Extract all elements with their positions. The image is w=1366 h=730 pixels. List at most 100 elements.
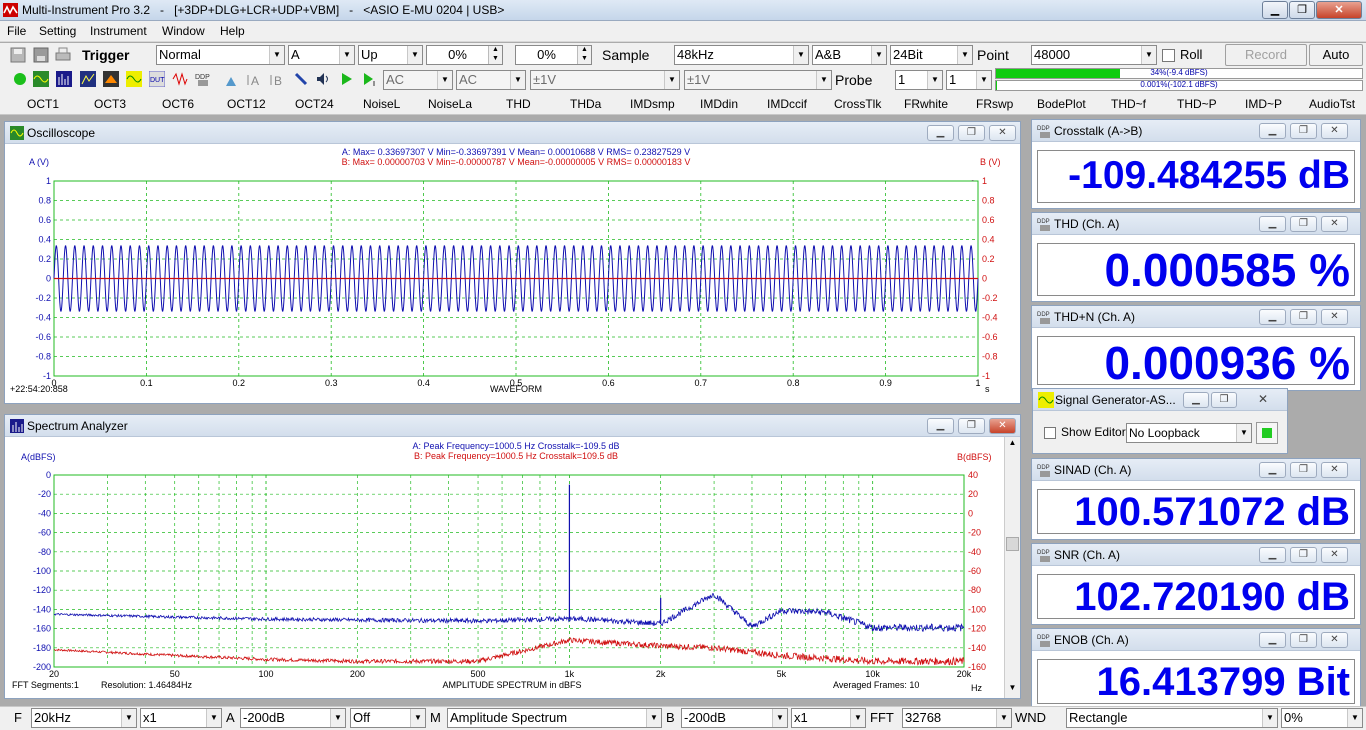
channels-select[interactable]: A&B ▼ bbox=[812, 45, 887, 65]
func-oct6[interactable]: OCT6 bbox=[162, 97, 194, 111]
cursor-b-icon[interactable]: B bbox=[270, 71, 286, 87]
oscilloscope-titlebar[interactable]: Oscilloscope ▁ ❐ ✕ bbox=[5, 122, 1020, 144]
restore-icon[interactable]: ❐ bbox=[958, 125, 985, 141]
minimize-icon[interactable]: ▁ bbox=[1259, 462, 1286, 478]
generator-icon[interactable] bbox=[126, 71, 142, 87]
close-icon[interactable]: ✕ bbox=[1321, 462, 1348, 478]
func-imd-p[interactable]: IMD~P bbox=[1245, 97, 1282, 111]
window-function-select[interactable]: Rectangle ▼ bbox=[1066, 708, 1278, 728]
b-zoom-select[interactable]: x1 ▼ bbox=[791, 708, 866, 728]
trigger-level-input[interactable]: 0% ▲ ▼ bbox=[426, 45, 503, 65]
minimize-icon[interactable]: ▁ bbox=[927, 125, 954, 141]
scroll-down-icon[interactable]: ▼ bbox=[1006, 683, 1019, 697]
close-icon[interactable]: ✕ bbox=[1321, 216, 1348, 232]
func-oct3[interactable]: OCT3 bbox=[94, 97, 126, 111]
restore-icon[interactable]: ❐ bbox=[1290, 216, 1317, 232]
oscilloscope-chart[interactable]: A: Max= 0.33697307 V Min=-0.33697391 V M… bbox=[5, 144, 1020, 403]
frequency-range-select[interactable]: 20kHz ▼ bbox=[31, 708, 137, 728]
func-audiotst[interactable]: AudioTst bbox=[1309, 97, 1355, 111]
range-b-select[interactable]: ±1V ▼ bbox=[684, 70, 832, 90]
func-bodeplot[interactable]: BodePlot bbox=[1037, 97, 1086, 111]
trigger-edge-select[interactable]: Up ▼ bbox=[358, 45, 423, 65]
menu-help[interactable]: Help bbox=[220, 24, 245, 38]
func-thd-f[interactable]: THD~f bbox=[1111, 97, 1146, 111]
close-icon[interactable]: ✕ bbox=[1321, 309, 1348, 325]
minimize-icon[interactable]: ▁ bbox=[1259, 123, 1286, 139]
func-noisela[interactable]: NoiseLa bbox=[428, 97, 472, 111]
trigger-channel-select[interactable]: A ▼ bbox=[288, 45, 355, 65]
func-imddin[interactable]: IMDdin bbox=[700, 97, 738, 111]
crosstalk-meter-titlebar[interactable]: DDP Crosstalk (A->B) ▁ ❐ ✕ bbox=[1032, 120, 1360, 142]
spin-icon[interactable]: ▲ ▼ bbox=[577, 46, 591, 64]
probe-b-select[interactable]: 1 ▼ bbox=[946, 70, 992, 90]
menu-window[interactable]: Window bbox=[162, 24, 205, 38]
snr-meter-titlebar[interactable]: DDP SNR (Ch. A) ▁ ❐ ✕ bbox=[1032, 544, 1360, 566]
cursor-a-icon[interactable]: A bbox=[247, 71, 263, 87]
overlap-select[interactable]: 0% ▼ bbox=[1281, 708, 1363, 728]
speaker-icon[interactable] bbox=[315, 71, 331, 87]
print-icon[interactable] bbox=[55, 47, 71, 63]
wave-icon[interactable] bbox=[172, 71, 188, 87]
dut-icon[interactable]: DUT bbox=[149, 71, 165, 87]
func-thda[interactable]: THDa bbox=[570, 97, 601, 111]
probe-a-select[interactable]: 1 ▼ bbox=[895, 70, 943, 90]
scrollbar-thumb[interactable] bbox=[1006, 537, 1019, 551]
oscilloscope-icon[interactable] bbox=[33, 71, 49, 87]
disk-icon[interactable] bbox=[33, 47, 49, 63]
restore-icon[interactable]: ❐ bbox=[1290, 547, 1317, 563]
a-min-select[interactable]: -200dB ▼ bbox=[240, 708, 346, 728]
close-icon[interactable]: ✕ bbox=[1316, 1, 1362, 19]
thd-meter-titlebar[interactable]: DDP THD (Ch. A) ▁ ❐ ✕ bbox=[1032, 213, 1360, 235]
ddp-icon[interactable]: DDP bbox=[195, 71, 211, 87]
auto-button[interactable]: Auto bbox=[1309, 44, 1363, 66]
save-icon[interactable] bbox=[10, 47, 26, 63]
close-icon[interactable]: ✕ bbox=[1321, 632, 1348, 648]
spin-icon[interactable]: ▲ ▼ bbox=[488, 46, 502, 64]
sinad-meter-titlebar[interactable]: DDP SINAD (Ch. A) ▁ ❐ ✕ bbox=[1032, 459, 1360, 481]
display-mode-select[interactable]: Amplitude Spectrum ▼ bbox=[447, 708, 662, 728]
restore-icon[interactable]: ❐ bbox=[1290, 632, 1317, 648]
spectrum-analyzer-icon[interactable] bbox=[56, 71, 72, 87]
minimize-icon[interactable]: ▁ bbox=[1259, 632, 1286, 648]
func-crosstlk[interactable]: CrossTlk bbox=[834, 97, 881, 111]
close-icon[interactable]: ✕ bbox=[1243, 392, 1283, 408]
run-indicator-icon[interactable] bbox=[12, 71, 28, 87]
menu-file[interactable]: File bbox=[7, 24, 26, 38]
show-editor-checkbox[interactable] bbox=[1044, 427, 1056, 439]
play-icon[interactable] bbox=[338, 71, 354, 87]
trigger-delay-input[interactable]: 0% ▲ ▼ bbox=[515, 45, 592, 65]
func-oct1[interactable]: OCT1 bbox=[27, 97, 59, 111]
fft-size-select[interactable]: 32768 ▼ bbox=[902, 708, 1012, 728]
loopback-select[interactable]: No Loopback ▼ bbox=[1126, 423, 1252, 443]
trigger-mode-select[interactable]: Normal ▼ bbox=[156, 45, 285, 65]
func-imdsmp[interactable]: IMDsmp bbox=[630, 97, 675, 111]
func-frswp[interactable]: FRswp bbox=[976, 97, 1013, 111]
spectrum-scrollbar[interactable]: ▲ ▼ bbox=[1004, 437, 1020, 698]
close-icon[interactable]: ✕ bbox=[1321, 547, 1348, 563]
thdn-meter-titlebar[interactable]: DDP THD+N (Ch. A) ▁ ❐ ✕ bbox=[1032, 306, 1360, 328]
menu-instrument[interactable]: Instrument bbox=[90, 24, 147, 38]
restore-icon[interactable]: ❐ bbox=[958, 418, 985, 434]
sample-rate-select[interactable]: 48kHz ▼ bbox=[674, 45, 809, 65]
bit-depth-select[interactable]: 24Bit ▼ bbox=[890, 45, 973, 65]
close-icon[interactable]: ✕ bbox=[1321, 123, 1348, 139]
func-thd-p[interactable]: THD~P bbox=[1177, 97, 1217, 111]
func-oct24[interactable]: OCT24 bbox=[295, 97, 334, 111]
minimize-icon[interactable]: ▁ bbox=[1259, 309, 1286, 325]
probe-icon[interactable] bbox=[223, 71, 239, 87]
minimize-icon[interactable]: ▁ bbox=[927, 418, 954, 434]
enob-meter-titlebar[interactable]: DDP ENOB (Ch. A) ▁ ❐ ✕ bbox=[1032, 629, 1360, 651]
coupling-b-select[interactable]: AC ▼ bbox=[456, 70, 526, 90]
maximize-icon[interactable]: ❐ bbox=[1289, 1, 1315, 19]
spectrum-titlebar[interactable]: Spectrum Analyzer ▁ ❐ ✕ bbox=[5, 415, 1020, 437]
scroll-up-icon[interactable]: ▲ bbox=[1006, 438, 1019, 452]
restore-icon[interactable]: ❐ bbox=[1211, 392, 1237, 408]
close-icon[interactable]: ✕ bbox=[989, 125, 1016, 141]
multimeter-icon[interactable] bbox=[80, 71, 96, 87]
b-min-select[interactable]: -200dB ▼ bbox=[681, 708, 788, 728]
restore-icon[interactable]: ❐ bbox=[1290, 462, 1317, 478]
play-once-icon[interactable] bbox=[361, 71, 377, 87]
spectrum-3d-icon[interactable] bbox=[103, 71, 119, 87]
minimize-icon[interactable]: ▁ bbox=[1262, 1, 1288, 19]
range-a-select[interactable]: ±1V ▼ bbox=[530, 70, 680, 90]
